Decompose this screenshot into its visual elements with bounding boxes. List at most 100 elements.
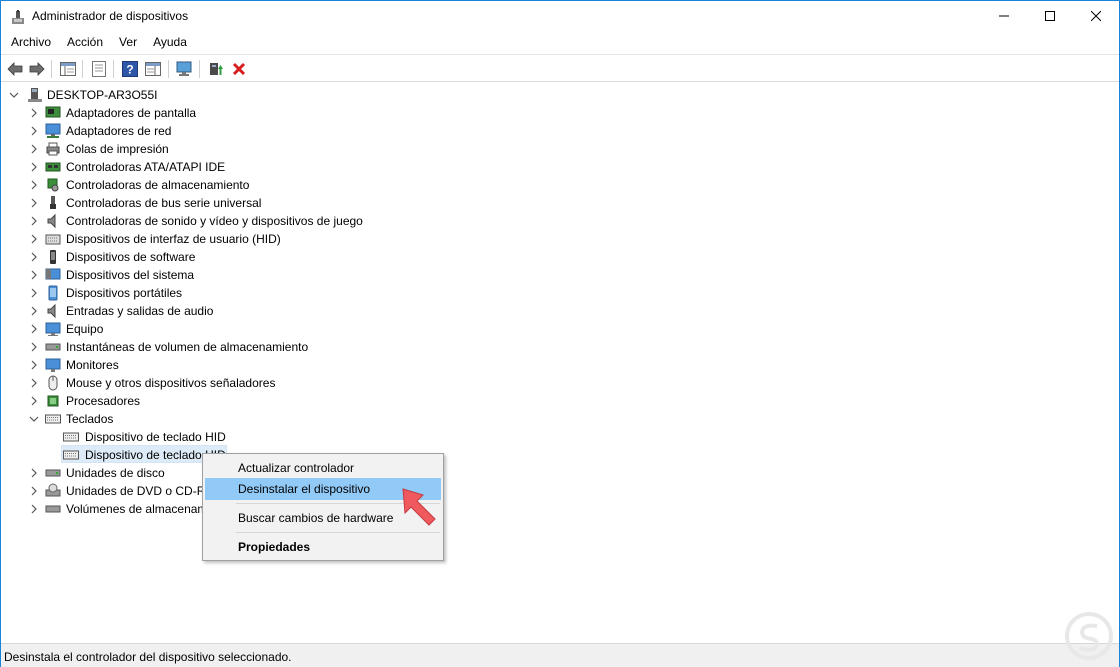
- device-tree: DESKTOP-AR3O55I Adaptadores de pantalla A…: [1, 84, 1119, 642]
- menu-bar: Archivo Acción Ver Ayuda: [1, 32, 1119, 53]
- chevron-right-icon[interactable]: [29, 396, 39, 406]
- minimize-button[interactable]: [981, 1, 1027, 31]
- chevron-right-icon[interactable]: [29, 180, 39, 190]
- toolbar-separator: [168, 60, 169, 78]
- menu-accion[interactable]: Acción: [61, 32, 109, 52]
- chevron-right-icon[interactable]: [29, 360, 39, 370]
- tree-category-14[interactable]: Monitores: [1, 356, 421, 374]
- toolbar-separator: [82, 60, 83, 78]
- view-button[interactable]: [143, 59, 163, 79]
- software-device-icon: [50, 250, 56, 264]
- usb-icon: [50, 196, 56, 209]
- tree-root[interactable]: DESKTOP-AR3O55I: [1, 86, 301, 104]
- tree-category-10[interactable]: Dispositivos portátiles: [1, 284, 421, 302]
- ide-controller-icon: [45, 162, 61, 172]
- chevron-right-icon[interactable]: [29, 288, 39, 298]
- tree-category-label: Unidades de disco: [66, 466, 165, 480]
- chevron-right-icon[interactable]: [29, 234, 39, 244]
- ctx-separator: [236, 532, 440, 533]
- chevron-right-icon[interactable]: [29, 108, 39, 118]
- print-queue-icon: [46, 142, 60, 156]
- tree-category-17[interactable]: Teclados: [1, 410, 421, 428]
- tree-category-label: Controladoras de bus serie universal: [66, 196, 262, 210]
- chevron-right-icon[interactable]: [29, 504, 39, 514]
- chevron-right-icon[interactable]: [29, 270, 39, 280]
- forward-button[interactable]: [27, 59, 47, 79]
- menu-archivo[interactable]: Archivo: [5, 32, 57, 52]
- close-button[interactable]: [1073, 1, 1119, 31]
- status-bar: Desinstala el controlador del dispositiv…: [1, 643, 1119, 667]
- help-icon: ?: [122, 61, 138, 77]
- chevron-right-icon[interactable]: [29, 468, 39, 478]
- chevron-right-icon[interactable]: [29, 216, 39, 226]
- tree-category-label: Adaptadores de pantalla: [66, 106, 197, 120]
- tree-category-15[interactable]: Mouse y otros dispositivos señaladores: [1, 374, 421, 392]
- chevron-right-icon[interactable]: [29, 162, 39, 172]
- chevron-right-icon[interactable]: [29, 378, 39, 388]
- tree-root-label: DESKTOP-AR3O55I: [47, 88, 158, 102]
- tree-category-7[interactable]: Dispositivos de interfaz de usuario (HID…: [1, 230, 421, 248]
- system-device-icon: [45, 268, 61, 280]
- tree-category-label: Dispositivos de software: [66, 250, 196, 264]
- menu-ayuda[interactable]: Ayuda: [147, 32, 193, 52]
- view-icon: [145, 62, 161, 76]
- svg-text:?: ?: [126, 63, 133, 77]
- tree-category-5[interactable]: Controladoras de bus serie universal: [1, 194, 421, 212]
- tree-category-3[interactable]: Controladoras ATA/ATAPI IDE: [1, 158, 421, 176]
- portable-device-icon: [48, 285, 58, 301]
- tree-category-label: Dispositivos portátiles: [66, 286, 183, 300]
- chevron-down-icon[interactable]: [9, 90, 19, 100]
- uninstall-button[interactable]: [229, 59, 249, 79]
- watermark-logo: [1065, 612, 1113, 660]
- ctx-properties[interactable]: Propiedades: [205, 536, 441, 558]
- minimize-icon: [999, 15, 1009, 17]
- tree-category-label: Monitores: [66, 358, 119, 372]
- tree-child-keyboard-1[interactable]: Dispositivo de teclado HID: [1, 428, 301, 446]
- processor-icon: [47, 395, 59, 407]
- tree-category-label: Dispositivos de interfaz de usuario (HID…: [66, 232, 281, 246]
- tree-category-label: Mouse y otros dispositivos señaladores: [66, 376, 276, 390]
- back-icon: [7, 62, 23, 76]
- update-driver-button[interactable]: [206, 59, 226, 79]
- chevron-right-icon[interactable]: [29, 486, 39, 496]
- status-text: Desinstala el controlador del dispositiv…: [4, 650, 292, 664]
- show-hide-tree-button[interactable]: [58, 59, 78, 79]
- maximize-button[interactable]: [1027, 1, 1073, 31]
- toolbar-separator: [51, 60, 52, 78]
- properties-button[interactable]: [89, 59, 109, 79]
- audio-io-icon: [47, 303, 56, 319]
- tree-category-8[interactable]: Dispositivos de software: [1, 248, 421, 266]
- tree-category-2[interactable]: Colas de impresión: [1, 140, 421, 158]
- tree-category-12[interactable]: Equipo: [1, 320, 421, 338]
- tree-category-6[interactable]: Controladoras de sonido y vídeo y dispos…: [1, 212, 421, 230]
- tree-category-13[interactable]: Instantáneas de volumen de almacenamient…: [1, 338, 421, 356]
- tree-category-11[interactable]: Entradas y salidas de audio: [1, 302, 421, 320]
- show-hide-tree-icon: [60, 62, 76, 76]
- chevron-down-icon[interactable]: [29, 414, 39, 424]
- tree-category-0[interactable]: Adaptadores de pantalla: [1, 104, 421, 122]
- tree-category-1[interactable]: Adaptadores de red: [1, 122, 421, 140]
- scan-hardware-icon: [176, 61, 192, 76]
- monitor-icon: [45, 358, 61, 372]
- chevron-right-icon[interactable]: [29, 198, 39, 208]
- hid-icon: [45, 234, 61, 245]
- menu-ver[interactable]: Ver: [113, 32, 143, 52]
- help-button[interactable]: ?: [120, 59, 140, 79]
- dvd-icon: [45, 483, 61, 497]
- chevron-right-icon[interactable]: [29, 144, 39, 154]
- chevron-right-icon[interactable]: [29, 306, 39, 316]
- scan-hardware-button[interactable]: [175, 59, 195, 79]
- ctx-update-driver[interactable]: Actualizar controlador: [205, 457, 441, 479]
- tree-category-label: Adaptadores de red: [66, 124, 172, 138]
- tree-category-16[interactable]: Procesadores: [1, 392, 421, 410]
- back-button[interactable]: [5, 59, 25, 79]
- chevron-right-icon[interactable]: [29, 324, 39, 334]
- window-title: Administrador de dispositivos: [32, 9, 189, 23]
- maximize-icon: [1045, 11, 1055, 21]
- chevron-right-icon[interactable]: [29, 126, 39, 136]
- chevron-right-icon[interactable]: [29, 342, 39, 352]
- tree-category-4[interactable]: Controladoras de almacenamiento: [1, 176, 421, 194]
- chevron-right-icon[interactable]: [29, 252, 39, 262]
- device-manager-window: Administrador de dispositivos Archivo Ac…: [0, 0, 1120, 667]
- tree-category-9[interactable]: Dispositivos del sistema: [1, 266, 421, 284]
